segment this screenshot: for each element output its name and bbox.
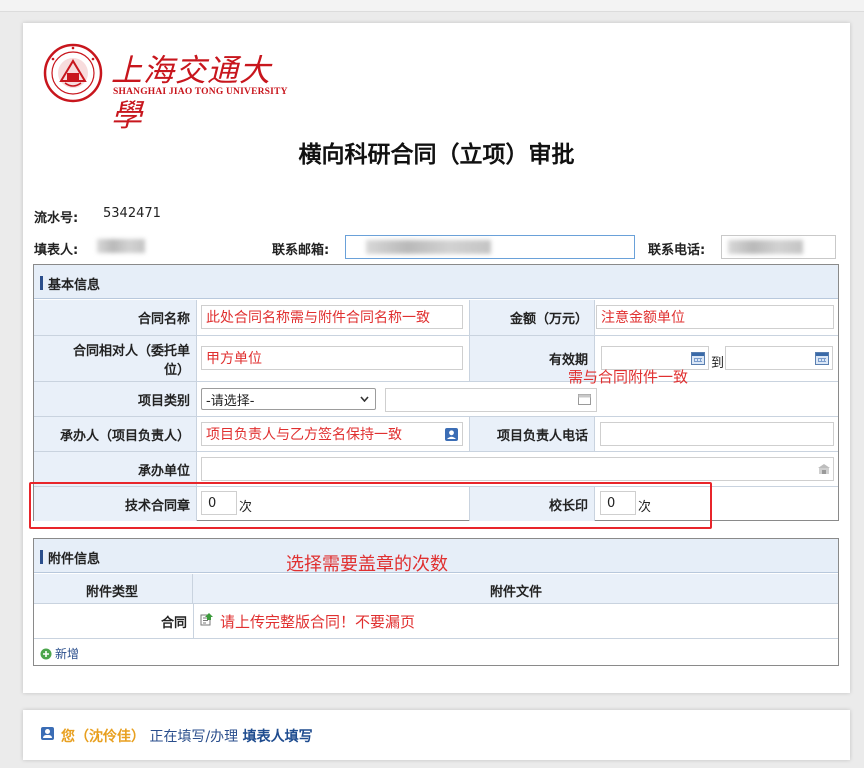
page-title: 横向科研合同（立项）审批 xyxy=(298,142,575,168)
footer-user: 您（沈伶佳） xyxy=(61,729,145,745)
col-type-header: 附件类型 xyxy=(86,585,139,600)
email-label: 联系邮箱: xyxy=(272,243,330,258)
undertaker-label: 承办人（项目负责人） xyxy=(34,417,197,451)
upload-icon[interactable] xyxy=(200,612,214,626)
phone-label: 联系电话: xyxy=(648,243,706,258)
form-card: 上海交通大學 SHANGHAI JIAO TONG UNIVERSITY 横向科… xyxy=(23,23,850,693)
phone-field[interactable] xyxy=(721,235,836,259)
unit-label: 承办单位 xyxy=(34,452,197,486)
add-icon xyxy=(40,648,52,659)
add-attachment-button[interactable]: 新增 xyxy=(40,645,79,662)
seal-highlight-box xyxy=(29,482,712,529)
leader-phone-input[interactable] xyxy=(600,422,834,446)
footer-role: 填表人填写 xyxy=(242,729,313,745)
basic-info-header: 基本信息 xyxy=(34,265,838,299)
phone-redacted xyxy=(728,240,803,254)
email-redacted xyxy=(366,240,491,254)
undertaker-input[interactable]: 项目负责人与乙方签名保持一致 xyxy=(201,422,463,446)
add-attachment-label: 新增 xyxy=(55,647,80,661)
row-party: 合同相对人（委托单位） 甲方单位 有效期 到 需与合同附件一致 xyxy=(34,336,838,386)
user-picker-icon[interactable] xyxy=(445,428,458,441)
amount-label: 金额（万元） xyxy=(469,300,595,335)
filler-name-redacted xyxy=(97,239,145,253)
filler-label: 填表人: xyxy=(34,243,79,258)
category-label: 项目类别 xyxy=(34,382,197,416)
attachment-row: 合同 请上传完整版合同！不要漏页 xyxy=(34,604,838,639)
category-detail-input[interactable] xyxy=(385,388,597,412)
attachment-type-cell: 合同 xyxy=(34,604,194,638)
party-label: 合同相对人（委托单位） xyxy=(34,336,197,381)
unit-input[interactable] xyxy=(201,457,834,481)
party-input[interactable]: 甲方单位 xyxy=(201,346,463,370)
contract-name-label: 合同名称 xyxy=(34,300,197,335)
row-contract-name: 合同名称 此处合同名称需与附件合同名称一致 金额（万元） 注意金额单位 xyxy=(34,300,838,336)
col-file-header: 附件文件 xyxy=(490,585,543,600)
basic-info-title: 基本信息 xyxy=(48,278,101,293)
contract-name-input[interactable]: 此处合同名称需与附件合同名称一致 xyxy=(201,305,463,329)
serial-value: 5342471 xyxy=(103,206,161,221)
attachment-title: 附件信息 xyxy=(48,552,101,567)
row-category: 项目类别 -请选择- xyxy=(34,382,838,417)
calendar-icon[interactable] xyxy=(691,352,705,365)
logo-english-text: SHANGHAI JIAO TONG UNIVERSITY xyxy=(113,87,288,97)
org-picker-icon[interactable] xyxy=(817,463,831,475)
serial-label: 流水号: xyxy=(34,211,79,226)
status-footer: 您（沈伶佳） 正在填写/办理 填表人填写 xyxy=(23,710,850,760)
user-icon xyxy=(41,727,54,740)
row-undertaker: 承办人（项目负责人） 项目负责人与乙方签名保持一致 项目负责人电话 xyxy=(34,417,838,452)
category-select[interactable]: -请选择- xyxy=(201,388,376,410)
footer-middle: 正在填写/办理 xyxy=(149,729,239,745)
email-field[interactable] xyxy=(345,235,635,259)
validity-to-label: 到 xyxy=(711,356,725,371)
chevron-down-icon xyxy=(360,396,369,402)
top-bar xyxy=(0,0,864,12)
attachment-note: 请上传完整版合同！不要漏页 xyxy=(220,613,416,631)
leader-phone-label: 项目负责人电话 xyxy=(469,417,595,451)
list-picker-icon[interactable] xyxy=(578,394,591,405)
attachment-header-row: 附件类型 附件文件 xyxy=(34,574,838,604)
amount-input[interactable]: 注意金额单位 xyxy=(596,305,834,329)
footer-status: 您（沈伶佳） 正在填写/办理 填表人填写 xyxy=(61,726,313,746)
category-selected: -请选择- xyxy=(206,393,255,409)
seal-annotation: 选择需要盖章的次数 xyxy=(286,554,448,575)
university-seal-icon xyxy=(43,43,103,103)
calendar-icon[interactable] xyxy=(815,352,829,365)
university-logo: 上海交通大學 SHANGHAI JIAO TONG UNIVERSITY xyxy=(43,43,288,134)
